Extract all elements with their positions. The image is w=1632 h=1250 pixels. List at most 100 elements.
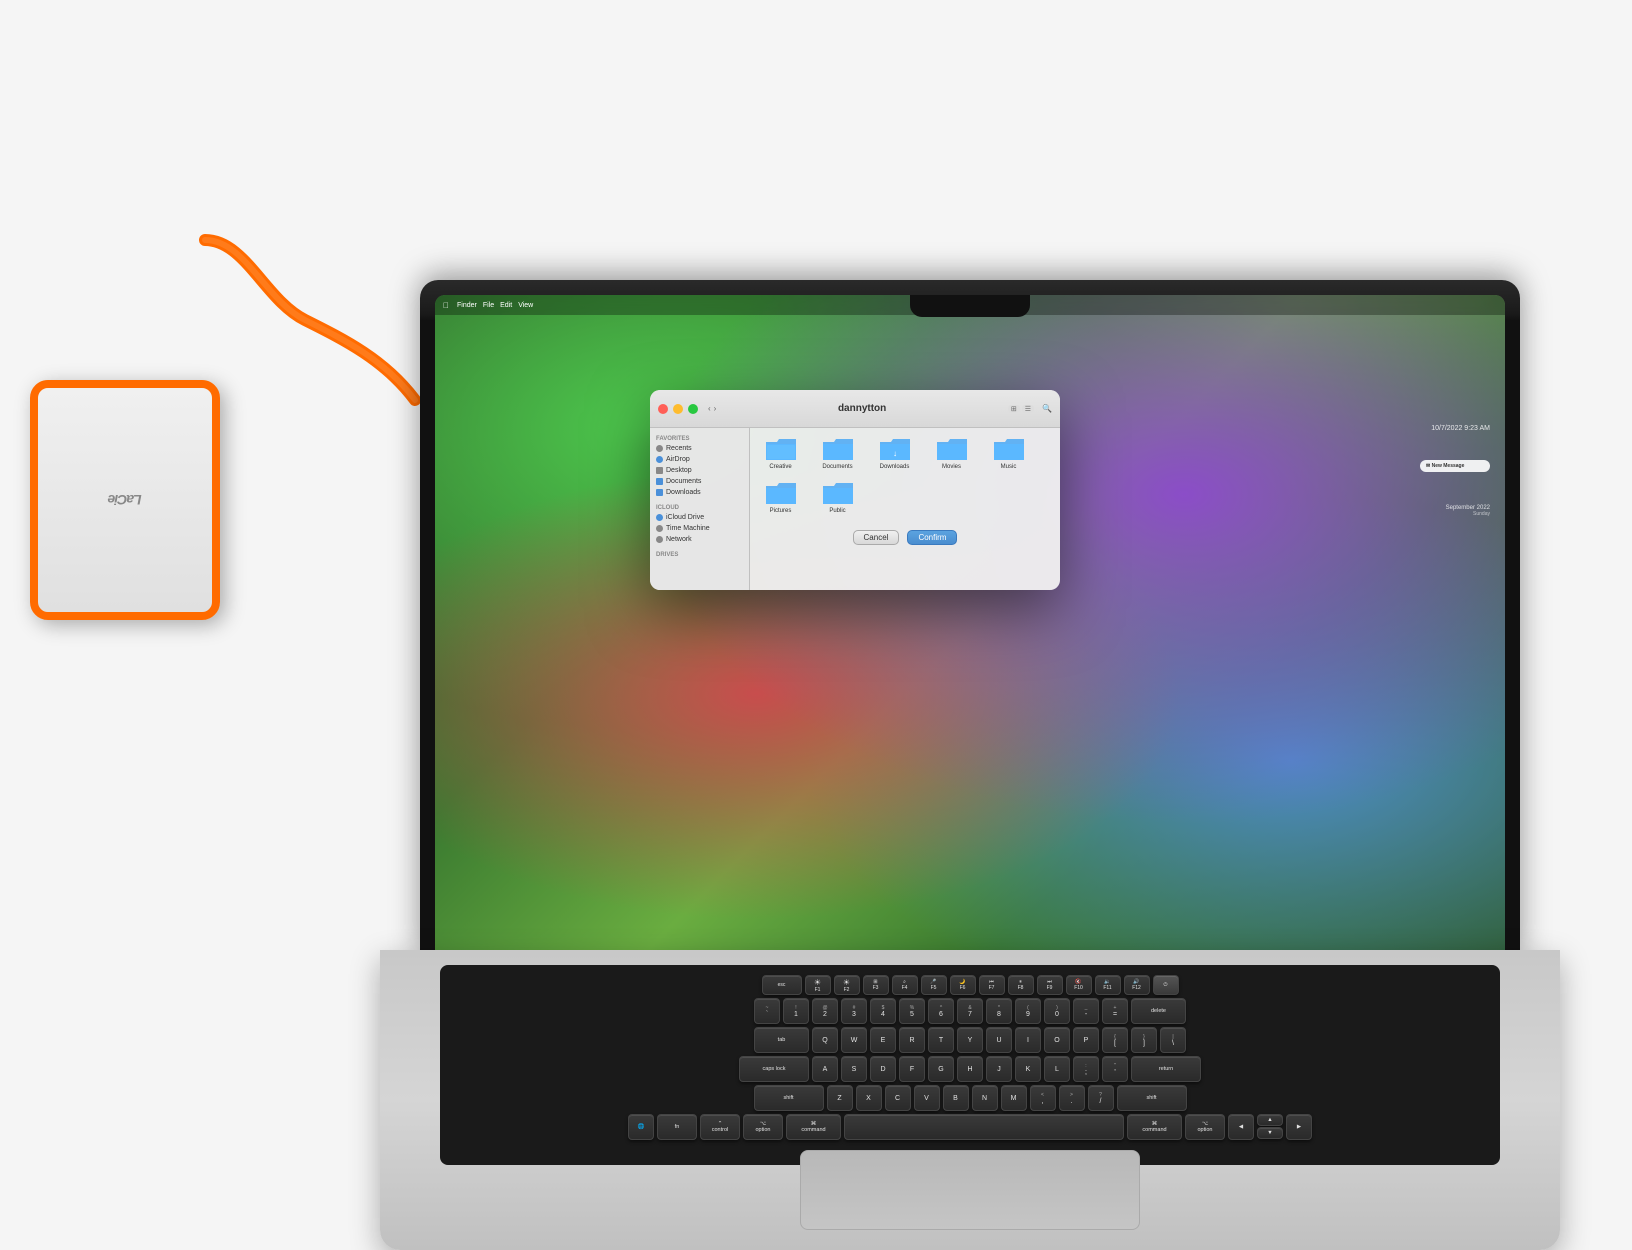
- key-slash[interactable]: ?/: [1088, 1085, 1114, 1111]
- minimize-button[interactable]: [673, 404, 683, 414]
- key-f[interactable]: F: [899, 1056, 925, 1082]
- key-7[interactable]: &7: [957, 998, 983, 1024]
- key-f4[interactable]: ⌕F4: [892, 975, 918, 995]
- key-t[interactable]: T: [928, 1027, 954, 1053]
- key-delete[interactable]: delete: [1131, 998, 1186, 1024]
- sidebar-item-icloud[interactable]: iCloud Drive: [650, 512, 749, 523]
- folder-music[interactable]: Music: [986, 436, 1031, 470]
- key-y[interactable]: Y: [957, 1027, 983, 1053]
- key-f12[interactable]: 🔊F12: [1124, 975, 1150, 995]
- key-s[interactable]: S: [841, 1056, 867, 1082]
- key-command-right[interactable]: ⌘command: [1127, 1114, 1182, 1140]
- sidebar-item-downloads[interactable]: Downloads: [650, 487, 749, 498]
- key-command-left[interactable]: ⌘command: [786, 1114, 841, 1140]
- key-m[interactable]: M: [1001, 1085, 1027, 1111]
- key-option-left[interactable]: ⌥option: [743, 1114, 783, 1140]
- key-k[interactable]: K: [1015, 1056, 1041, 1082]
- key-8[interactable]: *8: [986, 998, 1012, 1024]
- key-semicolon[interactable]: :;: [1073, 1056, 1099, 1082]
- key-w[interactable]: W: [841, 1027, 867, 1053]
- key-b[interactable]: B: [943, 1085, 969, 1111]
- key-5[interactable]: %5: [899, 998, 925, 1024]
- key-u[interactable]: U: [986, 1027, 1012, 1053]
- folder-movies[interactable]: Movies: [929, 436, 974, 470]
- touchpad[interactable]: [800, 1150, 1140, 1230]
- key-option-right[interactable]: ⌥option: [1185, 1114, 1225, 1140]
- key-f2[interactable]: ☀F2: [834, 975, 860, 995]
- key-f10[interactable]: 🔇F10: [1066, 975, 1092, 995]
- key-arrow-left[interactable]: ◀: [1228, 1114, 1254, 1140]
- folder-documents[interactable]: Documents: [815, 436, 860, 470]
- key-arrow-up[interactable]: ▲: [1257, 1114, 1283, 1126]
- key-shift-left[interactable]: shift: [754, 1085, 824, 1111]
- sidebar-item-airdrop[interactable]: AirDrop: [650, 454, 749, 465]
- key-j[interactable]: J: [986, 1056, 1012, 1082]
- key-0[interactable]: )0: [1044, 998, 1070, 1024]
- key-f6[interactable]: 🌙F6: [950, 975, 976, 995]
- key-9[interactable]: (9: [1015, 998, 1041, 1024]
- key-comma[interactable]: <,: [1030, 1085, 1056, 1111]
- key-c[interactable]: C: [885, 1085, 911, 1111]
- key-g[interactable]: G: [928, 1056, 954, 1082]
- key-f1[interactable]: ☀F1: [805, 975, 831, 995]
- key-3[interactable]: #3: [841, 998, 867, 1024]
- key-l[interactable]: L: [1044, 1056, 1070, 1082]
- confirm-button[interactable]: Confirm: [907, 530, 957, 545]
- key-a[interactable]: A: [812, 1056, 838, 1082]
- folder-public[interactable]: Public: [815, 480, 860, 514]
- key-e[interactable]: E: [870, 1027, 896, 1053]
- key-equals[interactable]: +=: [1102, 998, 1128, 1024]
- key-i[interactable]: I: [1015, 1027, 1041, 1053]
- key-4[interactable]: $4: [870, 998, 896, 1024]
- key-o[interactable]: O: [1044, 1027, 1070, 1053]
- key-esc[interactable]: esc: [762, 975, 802, 995]
- key-power[interactable]: ⏻: [1153, 975, 1179, 995]
- sidebar-item-timemachine[interactable]: Time Machine: [650, 523, 749, 534]
- key-fn[interactable]: fn: [657, 1114, 697, 1140]
- key-tab[interactable]: tab: [754, 1027, 809, 1053]
- key-6[interactable]: ^6: [928, 998, 954, 1024]
- sidebar-item-desktop[interactable]: Desktop: [650, 465, 749, 476]
- key-p[interactable]: P: [1073, 1027, 1099, 1053]
- key-arrow-right[interactable]: ▶: [1286, 1114, 1312, 1140]
- key-control-left[interactable]: ⌃control: [700, 1114, 740, 1140]
- key-return[interactable]: return: [1131, 1056, 1201, 1082]
- key-globe[interactable]: 🌐: [628, 1114, 654, 1140]
- key-h[interactable]: H: [957, 1056, 983, 1082]
- folder-pictures[interactable]: Pictures: [758, 480, 803, 514]
- key-space[interactable]: [844, 1114, 1124, 1140]
- sidebar-item-recents[interactable]: Recents: [650, 443, 749, 454]
- key-bracket-close[interactable]: }]: [1131, 1027, 1157, 1053]
- key-backtick[interactable]: ~`: [754, 998, 780, 1024]
- key-shift-right[interactable]: shift: [1117, 1085, 1187, 1111]
- key-n[interactable]: N: [972, 1085, 998, 1111]
- key-d[interactable]: D: [870, 1056, 896, 1082]
- key-r[interactable]: R: [899, 1027, 925, 1053]
- key-q[interactable]: Q: [812, 1027, 838, 1053]
- key-minus[interactable]: _-: [1073, 998, 1099, 1024]
- key-arrow-down[interactable]: ▼: [1257, 1127, 1283, 1139]
- folder-creative[interactable]: Creative: [758, 436, 803, 470]
- key-f5[interactable]: 🎤F5: [921, 975, 947, 995]
- key-1[interactable]: !1: [783, 998, 809, 1024]
- key-f8[interactable]: ⏸F8: [1008, 975, 1034, 995]
- key-period[interactable]: >.: [1059, 1085, 1085, 1111]
- key-v[interactable]: V: [914, 1085, 940, 1111]
- maximize-button[interactable]: [688, 404, 698, 414]
- key-f11[interactable]: 🔉F11: [1095, 975, 1121, 995]
- key-x[interactable]: X: [856, 1085, 882, 1111]
- key-2[interactable]: @2: [812, 998, 838, 1024]
- close-button[interactable]: [658, 404, 668, 414]
- sidebar-item-documents[interactable]: Documents: [650, 476, 749, 487]
- key-z[interactable]: Z: [827, 1085, 853, 1111]
- key-backslash[interactable]: |\: [1160, 1027, 1186, 1053]
- key-bracket-open[interactable]: {[: [1102, 1027, 1128, 1053]
- key-quote[interactable]: "': [1102, 1056, 1128, 1082]
- key-f7[interactable]: ⏮F7: [979, 975, 1005, 995]
- cancel-button[interactable]: Cancel: [853, 530, 900, 545]
- sidebar-item-network[interactable]: Network: [650, 534, 749, 545]
- key-f3[interactable]: ⊞F3: [863, 975, 889, 995]
- folder-downloads[interactable]: ↓ Downloads: [872, 436, 917, 470]
- key-capslock[interactable]: caps lock: [739, 1056, 809, 1082]
- key-f9[interactable]: ⏭F9: [1037, 975, 1063, 995]
